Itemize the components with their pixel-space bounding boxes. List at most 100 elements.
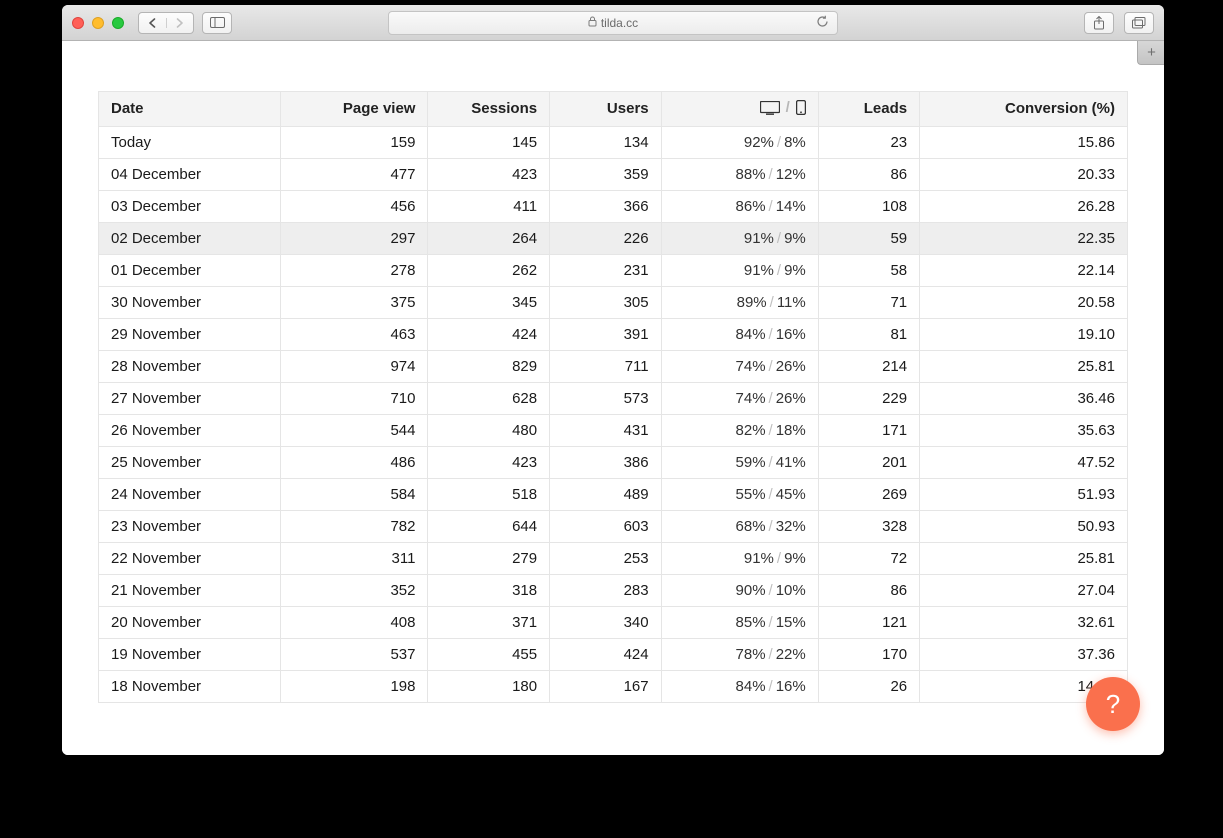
minimize-window-button[interactable]: [92, 17, 104, 29]
cell-sessions: 424: [428, 318, 550, 350]
cell-device-split: 59%/41%: [661, 446, 818, 478]
page-content: Date Page view Sessions Users /: [62, 41, 1164, 755]
table-row[interactable]: 18 November19818016784%/16%2614.44: [99, 670, 1128, 702]
table-row[interactable]: 20 November40837134085%/15%12132.61: [99, 606, 1128, 638]
cell-date: 30 November: [99, 286, 281, 318]
cell-conversion: 22.35: [920, 222, 1128, 254]
cell-device-split: 89%/11%: [661, 286, 818, 318]
cell-sessions: 262: [428, 254, 550, 286]
cell-leads: 72: [818, 542, 919, 574]
cell-date: Today: [99, 126, 281, 158]
tabs-button[interactable]: [1124, 12, 1154, 34]
cell-date: 21 November: [99, 574, 281, 606]
cell-users: 134: [550, 126, 662, 158]
cell-date: 29 November: [99, 318, 281, 350]
cell-sessions: 644: [428, 510, 550, 542]
cell-leads: 201: [818, 446, 919, 478]
cell-device-split: 86%/14%: [661, 190, 818, 222]
cell-sessions: 345: [428, 286, 550, 318]
cell-leads: 81: [818, 318, 919, 350]
cell-date: 27 November: [99, 382, 281, 414]
mobile-icon: [796, 100, 806, 115]
cell-page-view: 278: [281, 254, 428, 286]
cell-users: 391: [550, 318, 662, 350]
col-users[interactable]: Users: [550, 92, 662, 127]
cell-sessions: 423: [428, 158, 550, 190]
cell-date: 18 November: [99, 670, 281, 702]
table-row[interactable]: 28 November97482971174%/26%21425.81: [99, 350, 1128, 382]
new-tab-button[interactable]: +: [1137, 41, 1164, 65]
cell-date: 01 December: [99, 254, 281, 286]
col-date[interactable]: Date: [99, 92, 281, 127]
table-row[interactable]: 29 November46342439184%/16%8119.10: [99, 318, 1128, 350]
cell-date: 26 November: [99, 414, 281, 446]
cell-page-view: 408: [281, 606, 428, 638]
cell-leads: 328: [818, 510, 919, 542]
table-row[interactable]: 30 November37534530589%/11%7120.58: [99, 286, 1128, 318]
col-sessions[interactable]: Sessions: [428, 92, 550, 127]
cell-device-split: 82%/18%: [661, 414, 818, 446]
table-row[interactable]: 19 November53745542478%/22%17037.36: [99, 638, 1128, 670]
cell-device-split: 85%/15%: [661, 606, 818, 638]
cell-sessions: 145: [428, 126, 550, 158]
cell-sessions: 518: [428, 478, 550, 510]
cell-sessions: 423: [428, 446, 550, 478]
cell-conversion: 50.93: [920, 510, 1128, 542]
close-window-button[interactable]: [72, 17, 84, 29]
table-row[interactable]: 01 December27826223191%/9%5822.14: [99, 254, 1128, 286]
cell-sessions: 455: [428, 638, 550, 670]
cell-conversion: 47.52: [920, 446, 1128, 478]
table-row[interactable]: 21 November35231828390%/10%8627.04: [99, 574, 1128, 606]
cell-device-split: 68%/32%: [661, 510, 818, 542]
col-device-split[interactable]: /: [661, 92, 818, 127]
table-row[interactable]: 27 November71062857374%/26%22936.46: [99, 382, 1128, 414]
col-conversion[interactable]: Conversion (%): [920, 92, 1128, 127]
cell-page-view: 375: [281, 286, 428, 318]
cell-page-view: 198: [281, 670, 428, 702]
table-row[interactable]: 24 November58451848955%/45%26951.93: [99, 478, 1128, 510]
reload-button[interactable]: [816, 15, 829, 31]
table-row[interactable]: 23 November78264460368%/32%32850.93: [99, 510, 1128, 542]
cell-users: 489: [550, 478, 662, 510]
table-row[interactable]: Today15914513492%/8%2315.86: [99, 126, 1128, 158]
table-row[interactable]: 26 November54448043182%/18%17135.63: [99, 414, 1128, 446]
cell-users: 424: [550, 638, 662, 670]
help-button[interactable]: ?: [1086, 677, 1140, 731]
cell-leads: 269: [818, 478, 919, 510]
cell-page-view: 477: [281, 158, 428, 190]
cell-page-view: 710: [281, 382, 428, 414]
cell-date: 24 November: [99, 478, 281, 510]
address-bar[interactable]: tilda.cc: [388, 11, 838, 35]
cell-page-view: 584: [281, 478, 428, 510]
cell-date: 22 November: [99, 542, 281, 574]
cell-page-view: 782: [281, 510, 428, 542]
table-row[interactable]: 25 November48642338659%/41%20147.52: [99, 446, 1128, 478]
cell-conversion: 36.46: [920, 382, 1128, 414]
table-row[interactable]: 04 December47742335988%/12%8620.33: [99, 158, 1128, 190]
forward-button[interactable]: [167, 18, 194, 28]
col-leads[interactable]: Leads: [818, 92, 919, 127]
back-button[interactable]: [139, 18, 167, 28]
cell-sessions: 371: [428, 606, 550, 638]
table-row[interactable]: 22 November31127925391%/9%7225.81: [99, 542, 1128, 574]
cell-leads: 121: [818, 606, 919, 638]
nav-back-forward: [138, 12, 194, 34]
cell-leads: 58: [818, 254, 919, 286]
cell-leads: 26: [818, 670, 919, 702]
cell-users: 431: [550, 414, 662, 446]
cell-date: 03 December: [99, 190, 281, 222]
browser-toolbar: tilda.cc: [62, 5, 1164, 41]
cell-date: 02 December: [99, 222, 281, 254]
cell-conversion: 15.86: [920, 126, 1128, 158]
table-row[interactable]: 02 December29726422691%/9%5922.35: [99, 222, 1128, 254]
table-row[interactable]: 03 December45641136686%/14%10826.28: [99, 190, 1128, 222]
share-button[interactable]: [1084, 12, 1114, 34]
cell-sessions: 180: [428, 670, 550, 702]
cell-leads: 86: [818, 574, 919, 606]
cell-device-split: 84%/16%: [661, 318, 818, 350]
cell-users: 283: [550, 574, 662, 606]
cell-device-split: 55%/45%: [661, 478, 818, 510]
maximize-window-button[interactable]: [112, 17, 124, 29]
sidebar-toggle-button[interactable]: [202, 12, 232, 34]
col-page-view[interactable]: Page view: [281, 92, 428, 127]
